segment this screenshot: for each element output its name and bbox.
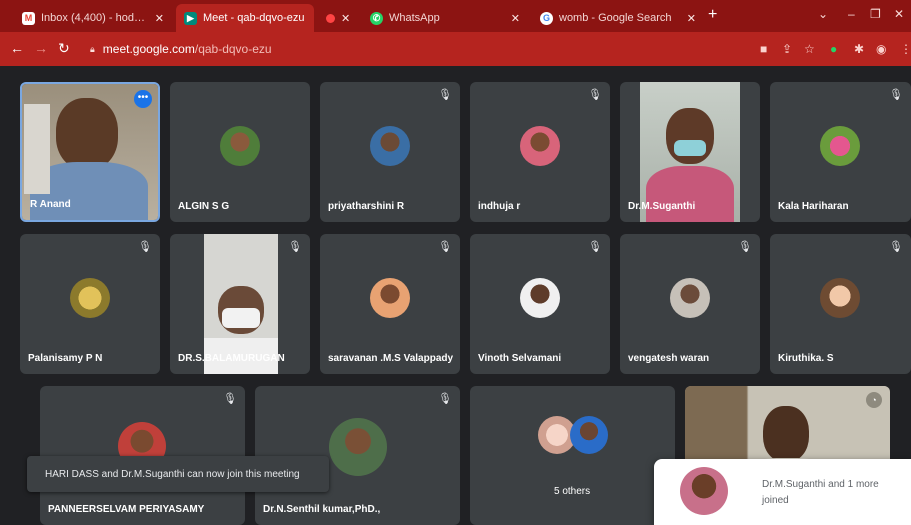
participant-avatar <box>670 278 710 318</box>
participant-avatar <box>570 416 608 454</box>
mic-off-icon: 🎙︎ <box>438 89 452 101</box>
participant-tile[interactable]: 🎙︎ indhuja r <box>470 82 610 222</box>
close-icon[interactable]: ✕ <box>155 12 164 25</box>
participant-name: ALGIN S G <box>178 201 230 212</box>
tab-recording[interactable]: ✕ <box>318 4 358 32</box>
maximize-icon[interactable]: ❐ <box>870 7 881 21</box>
close-icon[interactable]: ✕ <box>687 12 696 25</box>
participant-name: Dr.N.Senthil kumar,PhD., <box>263 504 381 515</box>
participant-tile[interactable]: 🎙︎ DR.S.BALAMURUGAN <box>170 234 310 374</box>
extensions-icon[interactable]: ✱ <box>854 42 864 56</box>
participant-name: Vinoth Selvamani <box>478 353 562 364</box>
participant-tile[interactable]: ALGIN S G <box>170 82 310 222</box>
tab-meet[interactable]: ▶ Meet - qab-dqvo-ezu <box>176 4 314 32</box>
participant-name: indhuja r <box>478 201 521 212</box>
tab-whatsapp[interactable]: ✆ WhatsApp ✕ <box>362 4 528 32</box>
tab-gmail[interactable]: M Inbox (4,400) - hodeee@mahend ✕ <box>14 4 172 32</box>
share-icon[interactable]: ⇪ <box>782 42 792 56</box>
participant-tile[interactable]: 🎙︎ Kiruthika. S <box>770 234 911 374</box>
mic-off-icon: 🎙︎ <box>889 89 903 101</box>
join-permission-toast: HARI DASS and Dr.M.Suganthi can now join… <box>27 456 329 492</box>
close-icon[interactable]: ✕ <box>511 12 520 25</box>
tab-google-search[interactable]: G womb - Google Search ✕ <box>532 4 704 32</box>
bookmark-star-icon[interactable]: ☆ <box>804 42 815 56</box>
url-path: /qab-dqvo-ezu <box>194 42 272 56</box>
mic-off-icon: 🎙︎ <box>738 241 752 253</box>
participant-name: Kiruthika. S <box>778 353 834 364</box>
mic-off-icon: 🎙︎ <box>138 241 152 253</box>
participant-avatar <box>370 126 410 166</box>
participant-tile[interactable]: 🎙︎ Palanisamy P N <box>20 234 160 374</box>
tab-title: WhatsApp <box>389 12 440 24</box>
participant-avatar <box>220 126 260 166</box>
participant-name: Dr.M.Suganthi <box>628 201 696 212</box>
participant-avatar <box>329 418 387 476</box>
participant-avatar <box>520 126 560 166</box>
more-options-icon[interactable]: ••• <box>134 90 152 108</box>
meet-icon: ▶ <box>184 11 197 25</box>
camera-icon[interactable]: ■ <box>760 42 767 56</box>
participant-name: vengatesh waran <box>628 353 710 364</box>
minimize-icon[interactable]: – <box>848 7 855 21</box>
participant-name: PANNEERSELVAM PERIYASAMY <box>48 504 205 515</box>
tab-title: Inbox (4,400) - hodeee@mahend <box>41 12 149 24</box>
participant-name: Kala Hariharan <box>778 201 849 212</box>
participant-avatar <box>680 467 728 515</box>
participant-avatar <box>370 278 410 318</box>
participant-tile[interactable]: Dr.M.Suganthi <box>620 82 760 222</box>
participant-name: priyatharshini R <box>328 201 405 212</box>
browser-toolbar: ← → ↻ 🔒︎ meet.google.com /qab-dqvo-ezu ■… <box>0 32 911 66</box>
tab-title: Meet - qab-dqvo-ezu <box>203 12 305 24</box>
forward-icon[interactable]: → <box>34 41 48 55</box>
joined-text: Dr.M.Suganthi and 1 more joined <box>762 479 879 506</box>
mic-off-icon: 🎙︎ <box>588 89 602 101</box>
participant-name: R Anand <box>30 199 71 210</box>
mic-off-icon: 🎙︎ <box>288 241 302 253</box>
lock-icon[interactable]: 🔒︎ <box>90 44 95 55</box>
address-bar[interactable]: 🔒︎ meet.google.com /qab-dqvo-ezu <box>90 37 750 61</box>
mic-off-icon: 🎙︎ <box>889 241 903 253</box>
recording-icon <box>326 13 335 23</box>
participant-avatar <box>520 278 560 318</box>
new-tab-icon[interactable]: + <box>708 6 717 24</box>
meeting-grid: ••• R Anand ALGIN S G 🎙︎ priyatharshini … <box>0 66 911 525</box>
close-icon[interactable]: ✕ <box>341 12 350 25</box>
participant-avatar <box>70 278 110 318</box>
tab-strip: M Inbox (4,400) - hodeee@mahend ✕ ▶ Meet… <box>0 0 911 32</box>
participant-avatar <box>820 278 860 318</box>
back-icon[interactable]: ← <box>10 41 24 55</box>
gmail-icon: M <box>22 11 35 25</box>
participant-name: 5 others <box>554 486 591 497</box>
tab-search-icon[interactable]: ⌄ <box>818 7 828 21</box>
mic-off-icon: 🎙︎ <box>438 241 452 253</box>
participant-tile[interactable]: 🎙︎ priyatharshini R <box>320 82 460 222</box>
mic-off-icon: 🎙︎ <box>223 393 237 405</box>
participant-avatar <box>820 126 860 166</box>
participant-name: saravanan .M.S Valappady <box>328 353 454 364</box>
mic-off-icon: 🎙︎ <box>438 393 452 405</box>
participant-tile[interactable]: ••• R Anand <box>20 82 160 222</box>
participant-tile[interactable]: 🎙︎ Vinoth Selvamani <box>470 234 610 374</box>
participant-name: Palanisamy P N <box>28 353 103 364</box>
participant-name: DR.S.BALAMURUGAN <box>178 353 285 364</box>
participant-tile[interactable]: 🎙︎ saravanan .M.S Valappady <box>320 234 460 374</box>
url-host: meet.google.com <box>102 42 195 56</box>
more-options-icon[interactable]: ◔ <box>866 392 882 408</box>
participant-joined-popup[interactable]: Dr.M.Suganthi and 1 more joined <box>654 459 911 525</box>
google-icon: G <box>540 11 553 25</box>
window-close-icon[interactable]: ✕ <box>894 7 904 21</box>
whatsapp-extension-icon[interactable]: ● <box>830 42 837 56</box>
reload-icon[interactable]: ↻ <box>58 41 70 55</box>
tab-title: womb - Google Search <box>559 12 672 24</box>
profile-avatar[interactable]: ◉ <box>876 42 886 56</box>
toast-text: HARI DASS and Dr.M.Suganthi can now join… <box>45 468 300 480</box>
participant-tile[interactable]: 🎙︎ Kala Hariharan <box>770 82 911 222</box>
menu-icon[interactable]: ⋮ <box>900 42 911 56</box>
participant-tile[interactable]: 5 others <box>470 386 675 525</box>
mic-off-icon: 🎙︎ <box>588 241 602 253</box>
participant-tile[interactable]: 🎙︎ vengatesh waran <box>620 234 760 374</box>
whatsapp-icon: ✆ <box>370 11 383 25</box>
